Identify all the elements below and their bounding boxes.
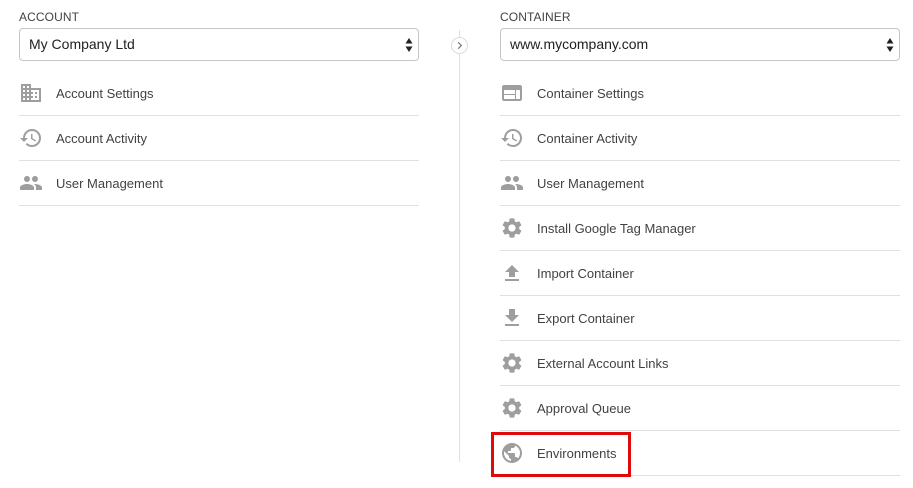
history-icon: [19, 126, 43, 150]
people-icon: [19, 171, 43, 195]
environments-label: Environments: [537, 445, 617, 461]
column-divider: [459, 30, 460, 462]
approval-queue-label: Approval Queue: [537, 400, 631, 416]
browser-window-icon: [500, 81, 524, 105]
approval-queue-item[interactable]: Approval Queue: [500, 386, 900, 431]
container-settings-label: Container Settings: [537, 85, 644, 101]
account-user-management-item[interactable]: User Management: [19, 161, 419, 206]
container-user-management-item[interactable]: User Management: [500, 161, 900, 206]
download-icon: [500, 306, 524, 330]
container-select-value: www.mycompany.com: [510, 36, 649, 52]
container-menu: Container Settings Container Activity Us…: [500, 71, 900, 476]
globe-icon: [500, 441, 524, 465]
account-select[interactable]: My Company Ltd: [19, 28, 419, 61]
container-activity-item[interactable]: Container Activity: [500, 116, 900, 161]
import-container-item[interactable]: Import Container: [500, 251, 900, 296]
install-gtm-item[interactable]: Install Google Tag Manager: [500, 206, 900, 251]
select-arrows-icon: [405, 38, 413, 52]
gear-icon: [500, 216, 524, 240]
import-container-label: Import Container: [537, 265, 634, 281]
external-account-links-label: External Account Links: [537, 355, 669, 371]
export-container-label: Export Container: [537, 310, 635, 326]
account-activity-item[interactable]: Account Activity: [19, 116, 419, 161]
container-heading: CONTAINER: [500, 10, 571, 24]
account-user-management-label: User Management: [56, 175, 163, 191]
history-icon: [500, 126, 524, 150]
gear-icon: [500, 396, 524, 420]
container-user-management-label: User Management: [537, 175, 644, 191]
external-account-links-item[interactable]: External Account Links: [500, 341, 900, 386]
container-settings-item[interactable]: Container Settings: [500, 71, 900, 116]
people-icon: [500, 171, 524, 195]
container-activity-label: Container Activity: [537, 130, 638, 146]
account-settings-item[interactable]: Account Settings: [19, 71, 419, 116]
environments-item[interactable]: Environments: [500, 431, 900, 476]
chevron-right-icon: [451, 37, 468, 54]
upload-icon: [500, 261, 524, 285]
install-gtm-label: Install Google Tag Manager: [537, 220, 696, 236]
account-activity-label: Account Activity: [56, 130, 148, 146]
account-settings-label: Account Settings: [56, 85, 154, 101]
building-icon: [19, 81, 43, 105]
account-heading: ACCOUNT: [19, 10, 80, 24]
gear-icon: [500, 351, 524, 375]
export-container-item[interactable]: Export Container: [500, 296, 900, 341]
container-select[interactable]: www.mycompany.com: [500, 28, 900, 61]
select-arrows-icon: [886, 38, 894, 52]
account-select-value: My Company Ltd: [29, 36, 135, 52]
account-menu: Account Settings Account Activity User M…: [19, 71, 419, 206]
